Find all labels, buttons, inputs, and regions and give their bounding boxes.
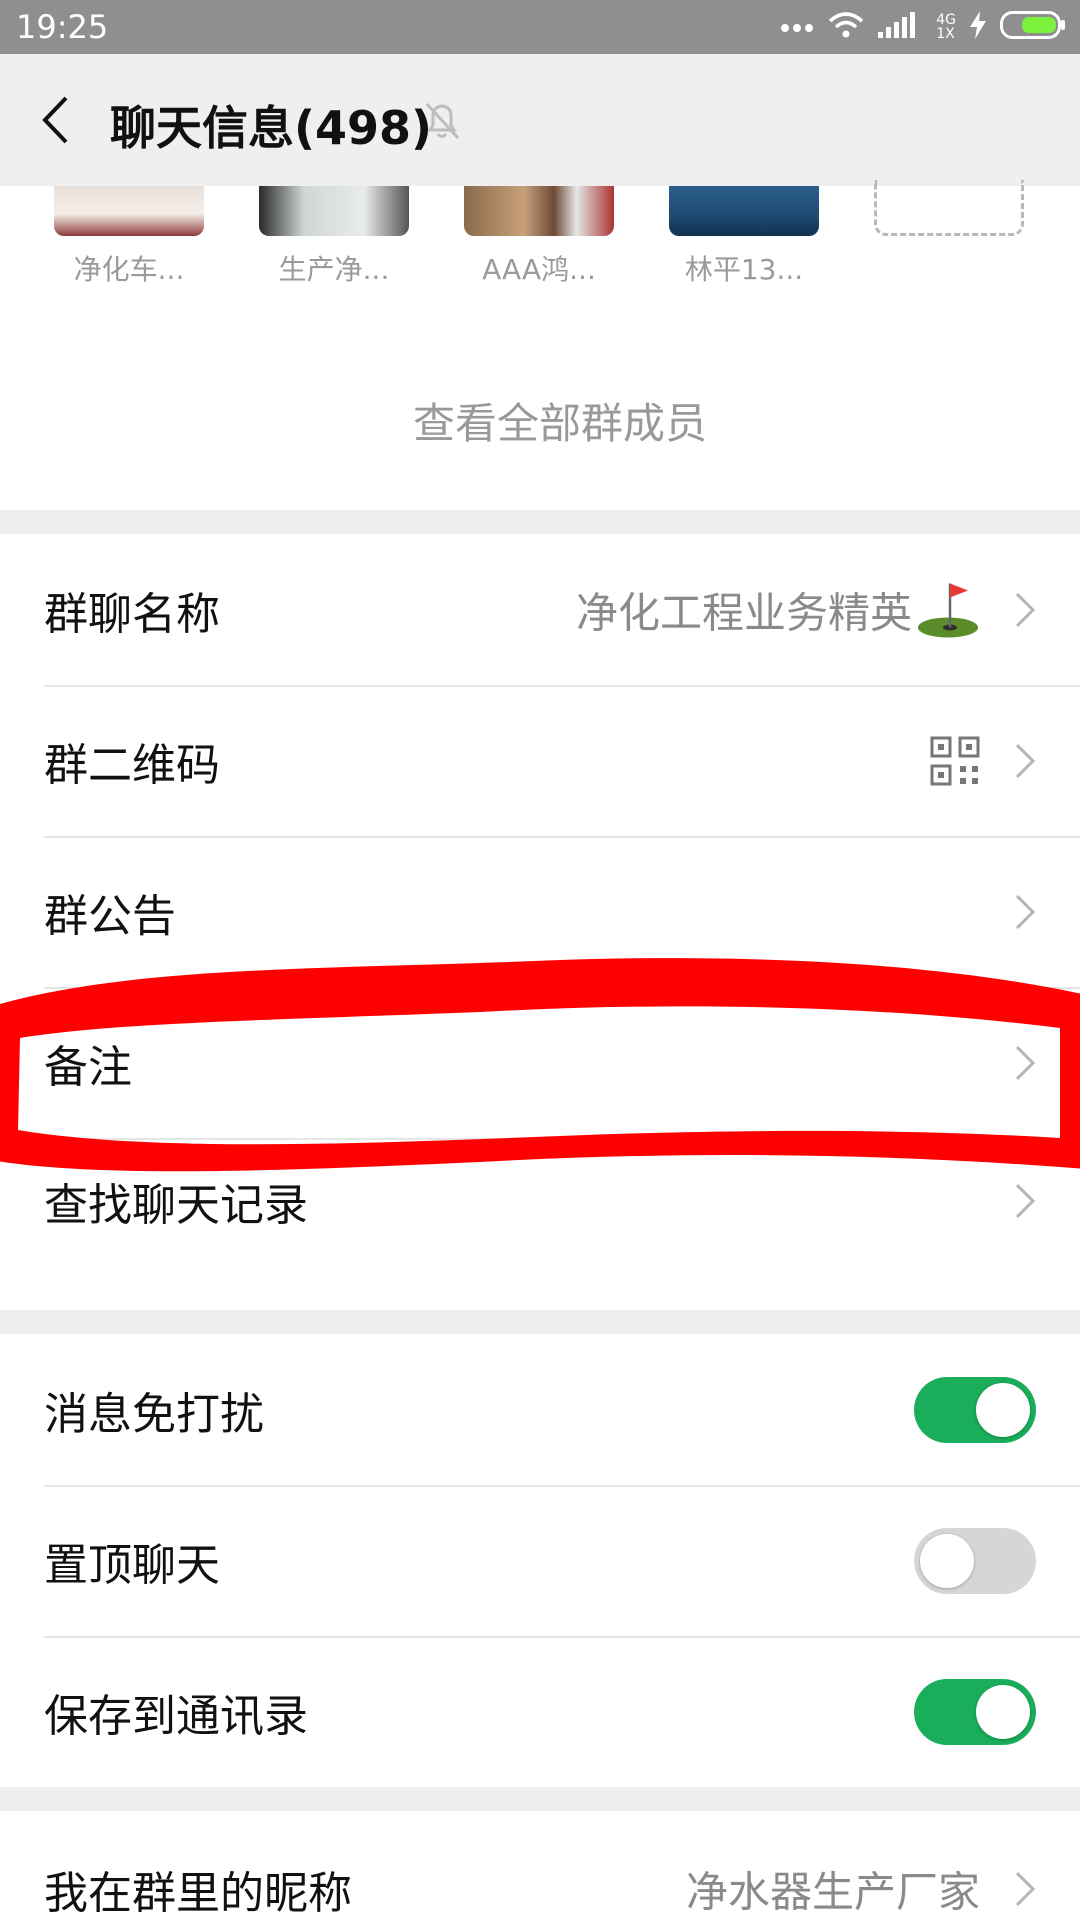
save-contacts-toggle[interactable]	[914, 1678, 1036, 1745]
status-bar: 19:25 4G 1X	[0, 0, 1080, 54]
remark-label: 备注	[44, 1041, 132, 1093]
member-item[interactable]: 林平13...	[669, 186, 819, 296]
toggle-knob	[920, 1533, 974, 1588]
group-qr-row[interactable]: 群二维码	[0, 685, 1080, 836]
mute-row: 消息免打扰	[0, 1334, 1080, 1485]
save-contacts-row: 保存到通讯录	[0, 1636, 1080, 1787]
group-name-label: 群聊名称	[44, 588, 220, 640]
nav-bar: 聊天信息(498)	[0, 54, 1080, 187]
chevron-right-icon	[1015, 1183, 1036, 1219]
avatar	[54, 186, 204, 236]
group-name-value: 净化工程业务精英	[576, 579, 980, 640]
back-arrow-icon	[42, 96, 68, 144]
save-contacts-label: 保存到通讯录	[44, 1690, 308, 1742]
nickname-row[interactable]: 我在群里的昵称 净水器生产厂家	[0, 1811, 1080, 1920]
section-divider	[0, 510, 1080, 534]
avatar	[464, 186, 614, 236]
chevron-right-icon	[1015, 894, 1036, 929]
member-name: 净化车...	[73, 253, 185, 286]
battery-icon	[1000, 11, 1066, 43]
section-divider	[0, 1310, 1080, 1334]
signal-icon	[878, 12, 922, 42]
group-name-row[interactable]: 群聊名称 净化工程业务精英	[0, 534, 1080, 685]
more-dots-icon	[780, 18, 814, 37]
pin-row: 置顶聊天	[0, 1485, 1080, 1636]
search-history-row[interactable]: 查找聊天记录	[0, 1138, 1080, 1264]
pin-label: 置顶聊天	[44, 1539, 220, 1591]
group-qr-label: 群二维码	[44, 739, 220, 791]
group-notice-label: 群公告	[44, 890, 176, 942]
muted-bell-icon	[420, 98, 464, 142]
nickname-section: 我在群里的昵称 净水器生产厂家	[0, 1811, 1080, 1920]
network-type-label: 4G 1X	[936, 12, 956, 42]
group-info-section: 群聊名称 净化工程业务精英 群二维码 群公告 备注 查找聊天记录	[0, 534, 1080, 1264]
pin-toggle[interactable]	[914, 1527, 1036, 1594]
remark-row[interactable]: 备注	[0, 987, 1080, 1138]
toggle-knob	[976, 1684, 1030, 1739]
member-name: AAA鸿...	[482, 253, 596, 286]
member-name: 生产净...	[278, 253, 390, 286]
page-title: 聊天信息(498)	[110, 101, 433, 155]
chevron-right-icon	[1015, 1871, 1036, 1907]
chevron-right-icon	[1015, 592, 1036, 627]
nickname-value: 净水器生产厂家	[685, 1867, 980, 1917]
member-item[interactable]: 生产净...	[259, 186, 409, 296]
member-item[interactable]: AAA鸿...	[464, 186, 614, 296]
golf-flag-icon	[918, 583, 978, 638]
chevron-right-icon	[1015, 1045, 1036, 1080]
qr-code-icon	[930, 736, 980, 785]
group-name-text: 净化工程业务精英	[575, 588, 912, 637]
member-item[interactable]: 净化车...	[54, 186, 204, 296]
chat-settings-section: 消息免打扰 置顶聊天 保存到通讯录	[0, 1334, 1080, 1787]
avatar	[669, 186, 819, 236]
chevron-right-icon	[1015, 743, 1036, 778]
mute-label: 消息免打扰	[44, 1388, 264, 1440]
charging-icon	[970, 11, 986, 43]
member-name: 林平13...	[684, 253, 804, 286]
section-divider	[0, 1787, 1080, 1811]
view-all-members-link[interactable]: 查看全部群成员	[0, 390, 1080, 451]
back-button[interactable]	[30, 90, 80, 150]
nickname-label: 我在群里的昵称	[44, 1868, 352, 1919]
avatar	[259, 186, 409, 236]
group-notice-row[interactable]: 群公告	[0, 836, 1080, 987]
add-member-button[interactable]	[874, 180, 1024, 236]
status-time: 19:25	[16, 8, 109, 46]
status-icons: 4G 1X	[780, 6, 1066, 48]
search-history-label: 查找聊天记录	[44, 1180, 308, 1231]
mute-toggle[interactable]	[914, 1376, 1036, 1443]
member-grid: 净化车... 生产净... AAA鸿... 林平13... 查看全部群成员	[0, 180, 1080, 510]
wifi-icon	[828, 11, 864, 43]
toggle-knob	[976, 1382, 1030, 1437]
